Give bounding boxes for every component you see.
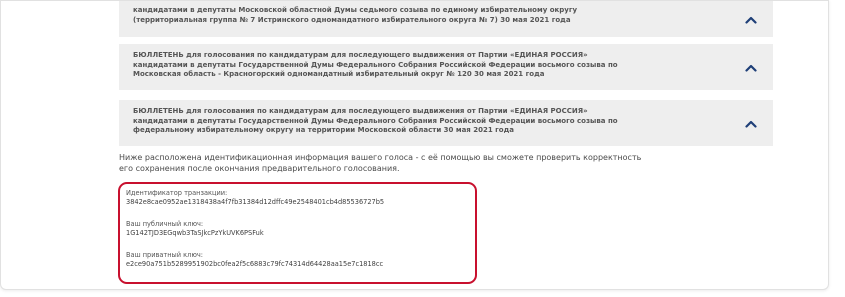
- vote-identification-box: Идентификатор транзакции: 3842e8cae0952a…: [118, 182, 477, 284]
- private-key-label: Ваш приватный ключ:: [126, 251, 204, 259]
- ballot-accordion-3[interactable]: БЮЛЛЕТЕНЬ для голосования по кандидатура…: [119, 100, 773, 146]
- ballot-accordion-1[interactable]: кандидатами в депутаты Московской област…: [119, 1, 773, 37]
- transaction-id-field: Идентификатор транзакции: 3842e8cae0952a…: [126, 189, 384, 207]
- public-key-label: Ваш публичный ключ:: [126, 220, 204, 228]
- vote-info-text: Ниже расположена идентификационная инфор…: [119, 153, 642, 173]
- chevron-up-icon[interactable]: [745, 16, 757, 24]
- public-key-value: 1G142TJD3EGqwb3TaSJkcPzYkUVK6PSFuk: [126, 229, 264, 237]
- ballot-accordion-2[interactable]: БЮЛЛЕТЕНЬ для голосования по кандидатура…: [119, 44, 773, 90]
- transaction-id-value: 3842e8cae0952ae1318438a4f7fb31384d12dffc…: [126, 198, 385, 206]
- ballot-title: кандидатами в депутаты Московской област…: [133, 6, 578, 24]
- chevron-up-icon[interactable]: [745, 64, 757, 72]
- results-card: кандидатами в депутаты Московской област…: [0, 0, 829, 290]
- chevron-up-icon[interactable]: [745, 120, 757, 128]
- public-key-field: Ваш публичный ключ: 1G142TJD3EGqwb3TaSJk…: [126, 220, 264, 238]
- ballot-title: БЮЛЛЕТЕНЬ для голосования по кандидатура…: [133, 107, 618, 135]
- private-key-value: e2ce90a751b5289951902bc0fea2f5c6883c79fc…: [126, 260, 384, 268]
- ballot-title: БЮЛЛЕТЕНЬ для голосования по кандидатура…: [133, 51, 618, 79]
- private-key-field: Ваш приватный ключ: e2ce90a751b528995190…: [126, 251, 383, 269]
- transaction-id-label: Идентификатор транзакции:: [126, 189, 228, 197]
